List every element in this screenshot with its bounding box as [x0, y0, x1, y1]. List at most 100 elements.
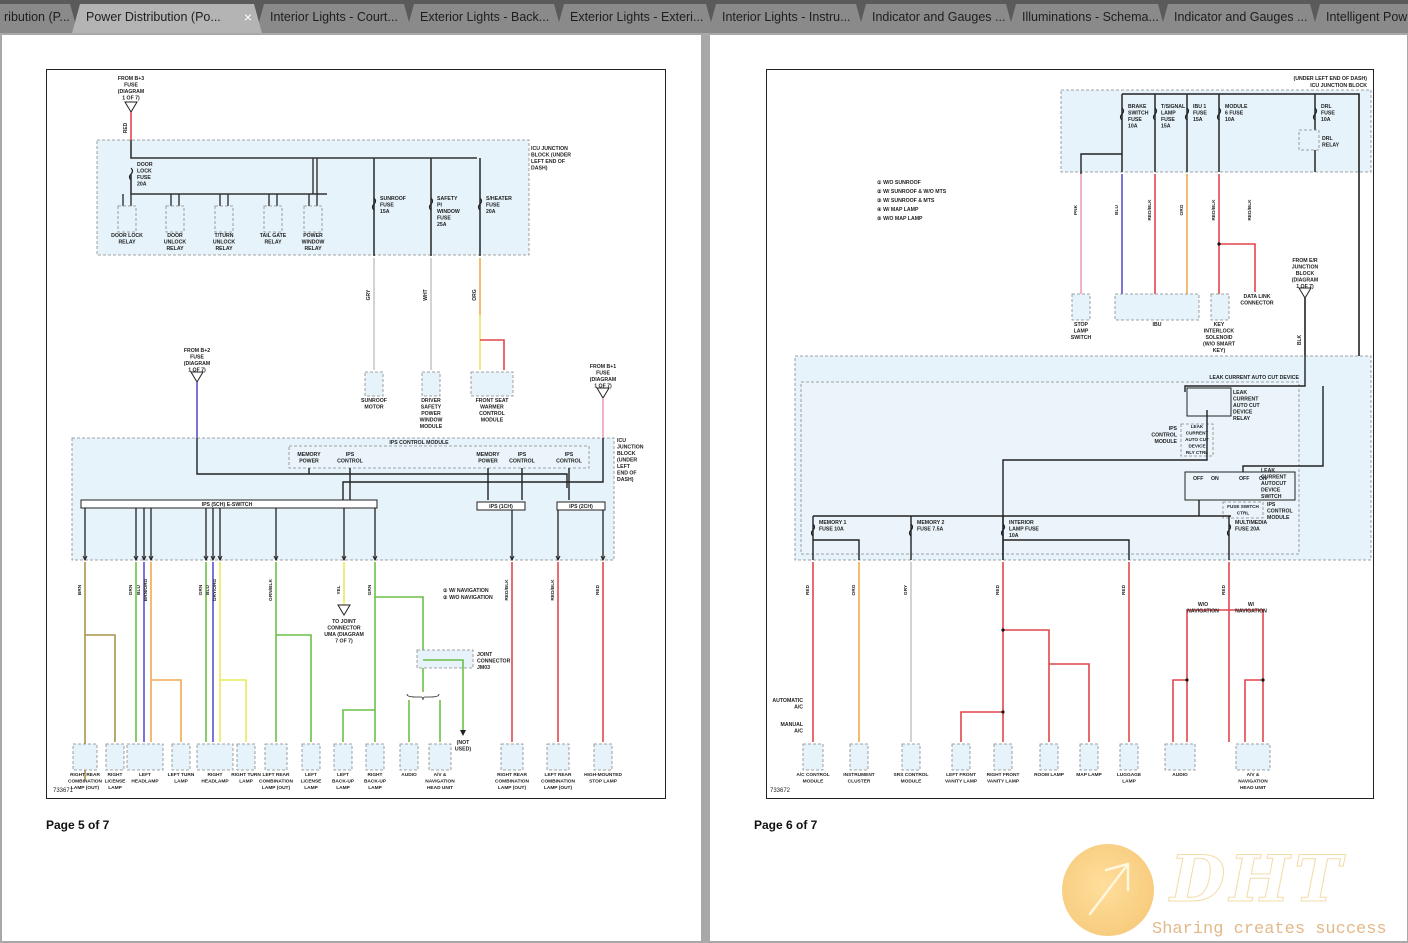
junction-block-label: (UNDER LEFT END OF DASH) [1294, 76, 1368, 82]
fuse-label: 15A [1193, 117, 1203, 123]
tab-5[interactable]: Interior Lights - Instru... [708, 4, 864, 33]
component-label: HEAD UNIT [1240, 785, 1266, 791]
component-label: A/V & [1247, 772, 1260, 778]
switch-label: IPS (2CH) [569, 504, 593, 510]
watermark-arrow-icon [1062, 844, 1154, 936]
relay-label: UNLOCK [164, 240, 186, 246]
junction-block-label: END OF [617, 471, 637, 477]
close-tab-icon[interactable]: × [244, 4, 252, 30]
leak-switch-label: DEVICE [1261, 488, 1281, 494]
wire-green [423, 659, 464, 730]
wire-color-label: PNK [1073, 204, 1079, 215]
tab-0[interactable]: ribution (P... [0, 4, 78, 33]
junction-block-label: DASH) [617, 477, 634, 483]
component-label: COMBINATION [68, 779, 103, 785]
fuse-label: FUSE [380, 203, 394, 209]
component-label: LEFT [337, 772, 349, 778]
tab-power-distribution-active[interactable]: Power Distribution (Po... × [72, 4, 262, 33]
tab-3[interactable]: Exterior Lights - Back... [406, 4, 562, 33]
ips-function-label: POWER [299, 459, 319, 465]
component-label: MOTOR [364, 405, 383, 411]
tab-2[interactable]: Interior Lights - Court... [256, 4, 412, 33]
component-box [301, 743, 321, 771]
source-arrow-icon [1298, 287, 1312, 299]
wiring-diagram-page-6: (UNDER LEFT END OF DASH) ICU JUNCTION BLO… [766, 69, 1374, 799]
rly-ctrl-label: RLY CTRL [1186, 450, 1208, 455]
fuse-label: MEMORY 1 [819, 520, 846, 526]
drl-relay-box [1298, 129, 1320, 151]
wiring-diagram-page-5: ICU JUNCTION BLOCK (UNDER LEFT END OF DASH)… [46, 69, 666, 799]
tab-label: Indicator and Gauges ... [872, 10, 1006, 24]
off-label: OFF [1239, 476, 1249, 482]
joint-connector-label: CONNECTOR [477, 659, 511, 665]
relay-label: RELAY [166, 246, 184, 252]
wire-red [1229, 609, 1264, 742]
component-label: VANITY LAMP [987, 779, 1020, 785]
figure-number: 733672 [770, 788, 791, 794]
wire-red [1186, 609, 1229, 742]
wire-color-label: ORG [851, 584, 857, 595]
splice-dot [1261, 678, 1265, 682]
tab-9[interactable]: Intelligent Pow [1312, 4, 1408, 33]
fuse-label: 10A [1225, 117, 1235, 123]
component-label: SWITCH [1071, 335, 1092, 341]
component-label: LEFT [305, 772, 317, 778]
component-label: HEAD UNIT [427, 785, 453, 791]
tab-8[interactable]: Indicator and Gauges ... [1160, 4, 1318, 33]
component-box [105, 743, 125, 771]
ips-control-label: IPS [1267, 502, 1276, 508]
tab-7[interactable]: Illuminations - Schema... [1008, 4, 1166, 33]
junction-block-label: ICU JUNCTION BLOCK [1310, 83, 1367, 89]
wire-brown [85, 634, 116, 742]
component-box [546, 743, 570, 771]
relay-label: RELAY [304, 246, 322, 252]
splice-dot [1001, 710, 1005, 714]
relay-label: TAIL GATE [260, 233, 287, 239]
component-label: INTERLOCK [1204, 329, 1235, 335]
wire-grn-blk [276, 634, 312, 742]
component-label: RIGHT FRONT [987, 772, 1020, 778]
legend-item: ④ W/ MAP LAMP [877, 207, 919, 213]
relay-label: WINDOW [302, 240, 325, 246]
fuse-label: FUSE [137, 175, 151, 181]
wire-color-label: BLU [136, 585, 142, 595]
component-label: SOLENOID [1205, 335, 1232, 341]
fuse-label: 25A [437, 222, 447, 228]
tab-label: Interior Lights - Instru... [722, 10, 851, 24]
wire-color-label: GRN [198, 584, 204, 595]
document-viewer: ICU JUNCTION BLOCK (UNDER LEFT END OF DASH)… [0, 33, 1408, 943]
ips-function-label: IPS [565, 452, 574, 458]
component-label: IBU [1153, 322, 1162, 328]
nav-option-label: NAVIGATION [1235, 609, 1267, 615]
diagram-canvas: (UNDER LEFT END OF DASH)ICU JUNCTION BLO… [772, 76, 1372, 791]
leak-device-label: LEAK CURRENT AUTO CUT DEVICE [1209, 375, 1299, 381]
component-box [1235, 743, 1271, 771]
relay-label: DOOR LOCK [111, 233, 143, 239]
watermark: DHT Sharing creates success [1058, 840, 1408, 940]
wire-red [1172, 679, 1187, 742]
junction-block-label: (UNDER [617, 458, 637, 464]
tab-label: Illuminations - Schema... [1022, 10, 1159, 24]
ac-option-label: MANUAL [781, 722, 804, 728]
component-label: STOP [1074, 322, 1089, 328]
tab-4[interactable]: Exterior Lights - Exteri... [556, 4, 714, 33]
joint-connector-ref: 7 OF 7) [335, 639, 353, 645]
legend-item: ② W/O NAVIGATION [443, 595, 493, 601]
component-label: AUDIO [401, 772, 417, 778]
component-label: RIGHT REAR [497, 772, 527, 778]
wire-color-label: BLU [1114, 205, 1120, 215]
fuse-label: LOCK [137, 169, 152, 175]
component-label: LAMP [304, 785, 318, 791]
component-label: STOP LAMP [589, 779, 618, 785]
joint-connector-jm03 [416, 649, 474, 669]
component-label: FRONT SEAT [476, 398, 510, 404]
tab-label: ribution (P... [4, 10, 70, 24]
ips-function-label: CONTROL [509, 459, 535, 465]
tab-6[interactable]: Indicator and Gauges ... [858, 4, 1014, 33]
fuse-switch-ctrl-label: FUSE SWITCH [1227, 504, 1259, 509]
junction-block-label: LEFT [617, 464, 631, 470]
fuse-label: FUSE [437, 216, 451, 222]
page-number-label: Page 5 of 7 [46, 818, 110, 832]
component-label: VANITY LAMP [945, 779, 978, 785]
wire-color-label: WHT [423, 289, 429, 300]
